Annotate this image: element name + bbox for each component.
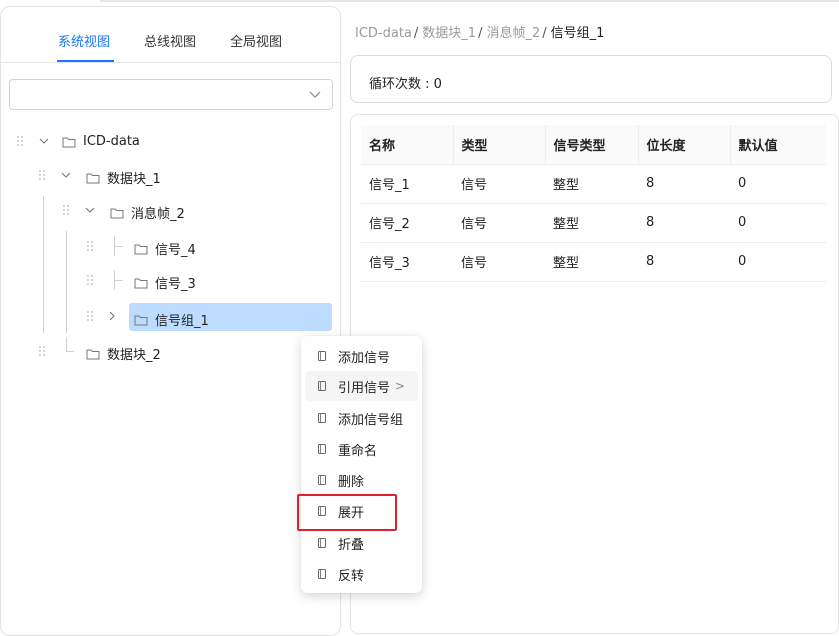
table-cell: 8: [638, 164, 730, 204]
menu-item-rename[interactable]: 重命名: [305, 434, 418, 464]
table-cell: 信号: [453, 203, 545, 243]
copy-icon: [318, 538, 326, 548]
menu-item-reference-signal[interactable]: 引用信号 >: [305, 371, 418, 401]
breadcrumb: ICD-data / 数据块_1/消息帧_2/信号组_1: [355, 22, 604, 41]
table-header-row: 名称 类型 信号类型 位长度 默认值: [361, 125, 826, 165]
active-tab-indicator: [57, 60, 114, 62]
breadcrumb-separator: /: [413, 26, 419, 41]
breadcrumb-current: 信号组_1: [550, 26, 605, 41]
tree-guide-line: [66, 231, 67, 333]
tree-node-block-2[interactable]: 数据块_2: [36, 337, 236, 365]
copy-icon: [318, 569, 326, 579]
tree-node-label: 信号_3: [155, 277, 196, 292]
tree-node-root[interactable]: ICD-data: [14, 127, 214, 155]
column-header[interactable]: 名称: [361, 125, 454, 165]
chevron-down-icon[interactable]: [60, 169, 72, 181]
breadcrumb-separator: /: [478, 26, 483, 41]
copy-icon: [318, 351, 326, 361]
drag-handle-icon[interactable]: [16, 135, 24, 147]
chevron-right-icon[interactable]: [106, 310, 118, 322]
table-cell: 0: [730, 203, 826, 243]
folder-icon: [134, 315, 148, 325]
loop-count-box: 循环次数 : 0: [350, 55, 832, 103]
submenu-arrow: >: [395, 379, 406, 393]
tab-global-view[interactable]: 全局视图: [230, 31, 282, 50]
loop-count-text: 循环次数 : 0: [369, 77, 442, 92]
tab-bus-view[interactable]: 总线视图: [144, 31, 196, 50]
signal-table-panel: 名称 类型 信号类型 位长度 默认值 信号_1 信号 整型 8 0 信号_2 信…: [350, 114, 839, 634]
table-cell: 8: [638, 242, 730, 282]
menu-item-add-signal-group[interactable]: 添加信号组: [305, 403, 418, 433]
chevron-down-icon[interactable]: [38, 135, 50, 147]
tree-node-label: 数据块_1: [107, 172, 161, 187]
column-header[interactable]: 信号类型: [545, 125, 639, 165]
drag-handle-icon[interactable]: [38, 169, 46, 181]
table-cell: 0: [730, 242, 826, 282]
folder-icon: [86, 173, 100, 183]
column-header[interactable]: 类型: [453, 125, 546, 165]
breadcrumb-link[interactable]: 数据块_1: [422, 26, 476, 41]
tree-node-label: 信号组_1: [155, 314, 209, 329]
signal-table: 名称 类型 信号类型 位长度 默认值 信号_1 信号 整型 8 0 信号_2 信…: [361, 125, 826, 282]
drag-handle-icon[interactable]: [86, 310, 94, 322]
drag-handle-icon[interactable]: [86, 240, 94, 252]
breadcrumb-separator: /: [542, 26, 547, 41]
chevron-down-icon: [309, 91, 321, 98]
table-cell: 信号: [453, 242, 545, 282]
tree-guide-line: [43, 196, 44, 333]
context-menu: 添加信号 引用信号 > 添加信号组 重命名 删除 展开 折叠 反转: [301, 336, 422, 593]
tree-filter-select[interactable]: [9, 79, 333, 110]
tree-node-signal-4[interactable]: 信号_4: [84, 232, 284, 260]
menu-item-reverse[interactable]: 反转: [305, 559, 418, 589]
tree-node-label: ICD-data: [83, 134, 140, 149]
menu-item-add-signal[interactable]: 添加信号: [305, 341, 418, 371]
tree-node-frame-2[interactable]: 消息帧_2: [60, 196, 260, 224]
copy-icon: [318, 444, 326, 454]
copy-icon: [318, 381, 326, 391]
folder-icon: [86, 349, 100, 359]
tree-node-group-1[interactable]: 信号组_1: [129, 303, 332, 331]
folder-icon: [110, 208, 124, 218]
table-cell: 信号_2: [361, 203, 453, 243]
table-row[interactable]: 信号_3 信号 整型 8 0: [361, 242, 826, 282]
copy-icon: [318, 475, 326, 485]
menu-item-collapse[interactable]: 折叠: [305, 528, 418, 558]
folder-icon: [134, 244, 148, 254]
table-cell: 信号_1: [361, 164, 453, 204]
menu-item-expand[interactable]: 展开: [305, 496, 418, 526]
breadcrumb-link[interactable]: 消息帧_2: [486, 26, 540, 41]
folder-icon: [62, 137, 76, 147]
drag-handle-icon[interactable]: [86, 274, 94, 286]
tree-node-label: 数据块_2: [107, 348, 161, 363]
column-header[interactable]: 位长度: [638, 125, 731, 165]
table-cell: 整型: [545, 164, 638, 204]
tree-node-label: 信号_4: [155, 243, 196, 258]
tree-node-label: 消息帧_2: [131, 207, 185, 222]
view-tabs: 系统视图 总线视图 全局视图: [1, 7, 340, 63]
copy-icon: [318, 506, 326, 516]
chevron-down-icon[interactable]: [84, 204, 96, 216]
table-cell: 整型: [545, 203, 638, 243]
tab-system-view[interactable]: 系统视图: [58, 31, 110, 50]
tree-node-signal-3[interactable]: 信号_3: [84, 266, 284, 294]
breadcrumb-link[interactable]: ICD-data: [355, 26, 412, 41]
tree-node-block-1[interactable]: 数据块_1: [36, 161, 236, 189]
table-cell: 0: [730, 164, 826, 204]
table-cell: 信号_3: [361, 242, 453, 282]
column-header[interactable]: 默认值: [730, 125, 826, 165]
table-cell: 信号: [453, 164, 545, 204]
table-row[interactable]: 信号_1 信号 整型 8 0: [361, 164, 826, 204]
top-divider: [100, 0, 839, 2]
copy-icon: [318, 413, 326, 423]
table-cell: 8: [638, 203, 730, 243]
drag-handle-icon[interactable]: [38, 345, 46, 357]
table-row[interactable]: 信号_2 信号 整型 8 0: [361, 203, 826, 243]
menu-item-delete[interactable]: 删除: [305, 465, 418, 495]
drag-handle-icon[interactable]: [62, 204, 70, 216]
folder-icon: [134, 278, 148, 288]
table-cell: 整型: [545, 242, 638, 282]
